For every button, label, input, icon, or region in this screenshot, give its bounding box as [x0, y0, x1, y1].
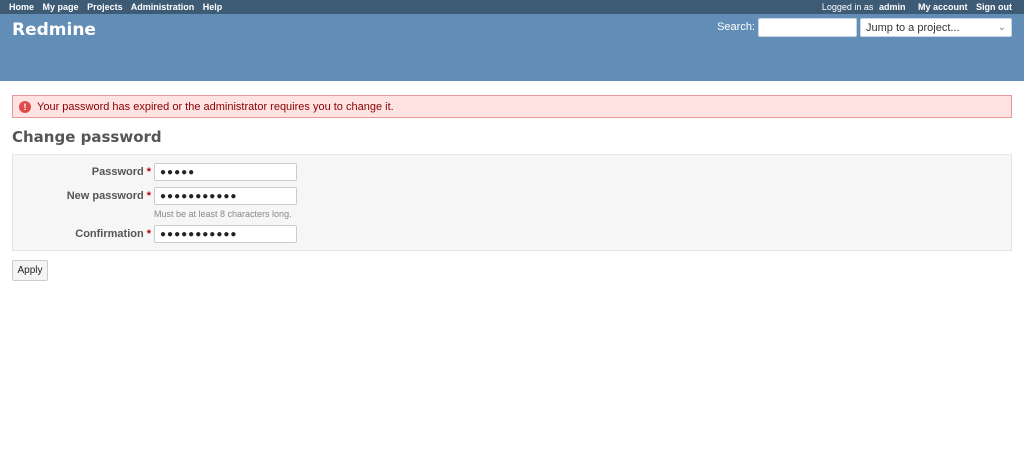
new-password-label-text: New password — [66, 190, 144, 202]
required-mark: * — [146, 166, 151, 178]
my-account-link[interactable]: My account — [918, 2, 968, 12]
new-password-field[interactable]: ●●●●●●●●●●● — [154, 187, 297, 205]
project-jump-select[interactable]: Jump to a project... ⌄ — [860, 18, 1012, 37]
password-label-text: Password — [91, 166, 144, 178]
page-title: Change password — [12, 128, 162, 146]
top-menu-left: Home My page Projects Administration Hel… — [9, 2, 228, 12]
site-title[interactable]: Redmine — [12, 20, 96, 40]
search-label: Search: — [717, 21, 755, 33]
header: Redmine Search: Jump to a project... ⌄ — [0, 14, 1024, 81]
new-password-hint: Must be at least 8 characters long. — [154, 209, 292, 219]
menu-help-link[interactable]: Help — [203, 2, 223, 12]
error-icon: ! — [19, 100, 31, 113]
password-label: Password * — [11, 166, 151, 178]
apply-button[interactable]: Apply — [12, 260, 48, 281]
sign-out-link[interactable]: Sign out — [976, 2, 1012, 12]
chevron-down-icon: ⌄ — [997, 22, 1006, 33]
change-password-form: Password * ●●●●● New password * ●●●●●●●●●●… — [12, 154, 1012, 251]
logged-in-label: Logged in as — [821, 2, 874, 12]
flash-error: ! Your password has expired or the admin… — [12, 95, 1012, 118]
top-menu-right: Logged in as admin My account Sign out — [822, 2, 1012, 12]
menu-administration-link[interactable]: Administration — [131, 2, 195, 12]
password-field[interactable]: ●●●●● — [154, 163, 297, 181]
new-password-label: New password * — [11, 190, 151, 202]
confirmation-label: Confirmation * — [11, 228, 151, 240]
confirmation-field[interactable]: ●●●●●●●●●●● — [154, 225, 297, 243]
flash-error-message: Your password has expired or the adminis… — [37, 100, 394, 113]
required-mark: * — [146, 190, 151, 202]
project-jump-label: Jump to a project... — [866, 21, 960, 34]
search-input[interactable] — [758, 18, 857, 37]
logged-in-user-link[interactable]: admin — [879, 2, 906, 12]
top-menu: Home My page Projects Administration Hel… — [0, 0, 1024, 14]
menu-projects-link[interactable]: Projects — [87, 2, 123, 12]
menu-my-page-link[interactable]: My page — [43, 2, 79, 12]
confirmation-label-text: Confirmation — [75, 228, 144, 240]
required-mark: * — [146, 228, 151, 240]
menu-home-link[interactable]: Home — [9, 2, 34, 12]
